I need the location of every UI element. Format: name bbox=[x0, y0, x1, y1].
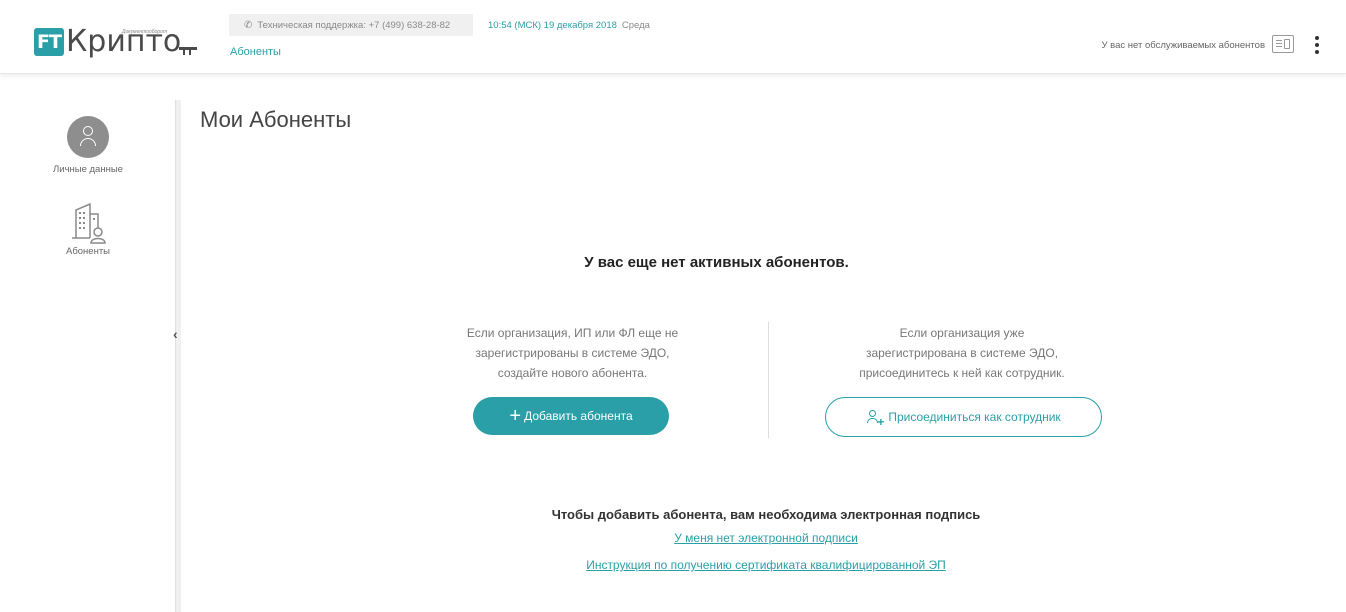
app-logo[interactable]: FT Крипто bbox=[34, 27, 198, 57]
add-subscriber-label: Добавить абонента bbox=[524, 409, 633, 423]
subscriber-card-icon[interactable] bbox=[1272, 35, 1294, 53]
no-signature-link[interactable]: У меня нет электронной подписи bbox=[674, 531, 858, 545]
logo-subtitle: Документооборот bbox=[122, 29, 168, 35]
current-datetime: 10:54 (МСК) 19 декабря 2018 Среда bbox=[488, 20, 650, 31]
empty-state-title: У вас еще нет активных абонентов. bbox=[584, 254, 849, 271]
phone-icon: ✆ bbox=[244, 19, 253, 31]
join-subscriber-description: Если организация уже зарегистрирована в … bbox=[859, 326, 1065, 380]
signature-required-text: Чтобы добавить абонента, вам необходима … bbox=[551, 507, 981, 522]
join-as-employee-label: Присоединиться как сотрудник bbox=[888, 410, 1061, 424]
sidebar-item-subscribers[interactable]: Абоненты bbox=[0, 200, 176, 257]
breadcrumb[interactable]: Абоненты bbox=[230, 46, 281, 58]
support-phone: ✆ Техническая поддержка: +7 (499) 638-28… bbox=[229, 14, 473, 36]
sidebar-item-label: Личные данные bbox=[53, 164, 123, 175]
certificate-instruction-link[interactable]: Инструкция по получению сертификата квал… bbox=[586, 558, 946, 572]
building-user-icon bbox=[72, 202, 106, 244]
no-subscribers-status: У вас нет обслуживаемых абонентов bbox=[1101, 40, 1265, 51]
support-text: Техническая поддержка: +7 (499) 638-28-8… bbox=[257, 19, 451, 31]
logo-badge: FT bbox=[34, 28, 64, 56]
column-divider bbox=[768, 322, 769, 438]
user-avatar-icon bbox=[67, 116, 109, 158]
add-subscriber-button[interactable]: + Добавить абонента bbox=[473, 397, 669, 435]
plus-icon: + bbox=[509, 405, 522, 427]
chevron-left-icon[interactable]: ‹ bbox=[173, 326, 178, 342]
page-title: Мои Абоненты bbox=[200, 107, 352, 132]
top-header: FT Крипто Документооборот ✆ Техническая … bbox=[0, 0, 1346, 74]
join-as-employee-button[interactable]: + Присоединиться как сотрудник bbox=[825, 397, 1102, 437]
create-subscriber-description: Если организация, ИП или ФЛ еще не зарег… bbox=[466, 326, 679, 380]
add-user-icon: + bbox=[866, 409, 884, 428]
key-icon bbox=[179, 47, 198, 55]
datetime-value: 10:54 (МСК) 19 декабря 2018 bbox=[488, 20, 617, 31]
more-menu-icon[interactable] bbox=[1312, 34, 1322, 56]
sidebar-item-personal-data[interactable]: Личные данные bbox=[0, 116, 176, 175]
weekday: Среда bbox=[621, 20, 650, 31]
